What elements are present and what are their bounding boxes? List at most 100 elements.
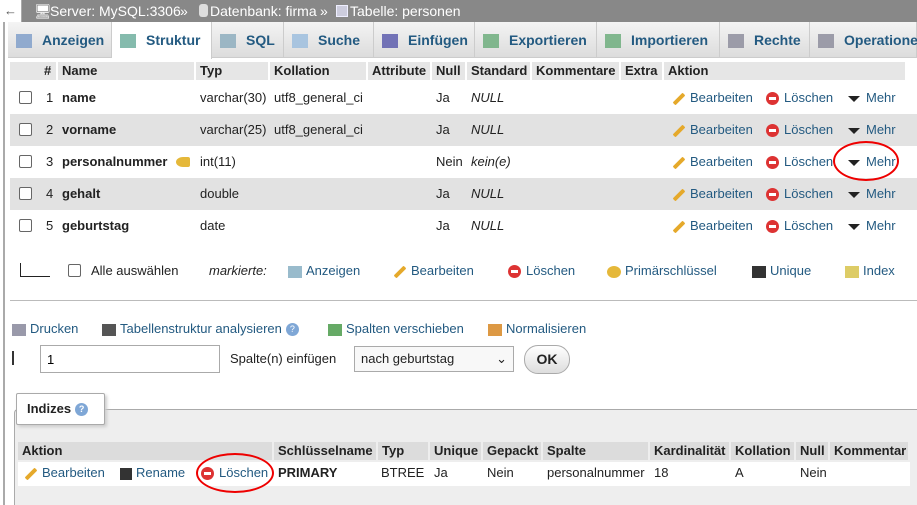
chevron-down-icon: ⌄ <box>496 351 507 366</box>
tab-einfügen[interactable]: Einfügen <box>374 22 475 58</box>
column-type: int(11) <box>200 154 236 169</box>
delete-button[interactable]: Löschen <box>766 210 833 242</box>
index-column: personalnummer <box>547 465 645 480</box>
highlight-circle <box>833 141 899 181</box>
breadcrumb-server[interactable]: Server: MySQL:3306 <box>50 0 181 22</box>
analyze-link[interactable]: Tabellenstruktur analysieren? <box>102 321 299 337</box>
column-name: vorname <box>62 122 117 137</box>
select-all-label[interactable]: Alle auswählen <box>91 263 178 278</box>
column-header: Extra <box>621 62 662 80</box>
column-header: Kommentare <box>532 62 619 80</box>
index-header: Typ <box>378 442 428 460</box>
column-name: geburtstag <box>62 218 130 233</box>
tab-sql[interactable]: SQL <box>212 22 284 58</box>
row-checkbox[interactable] <box>19 187 32 200</box>
column-header: # <box>40 62 56 80</box>
bulk-show-label: Anzeigen <box>306 263 361 278</box>
row-checkbox[interactable] <box>19 123 32 136</box>
delete-button[interactable]: Löschen <box>766 82 833 114</box>
edit-label: Bearbeiten <box>690 122 753 137</box>
search-icon <box>292 34 308 49</box>
ok-button[interactable]: OK <box>524 345 570 374</box>
sql-icon <box>220 34 236 49</box>
row-number: 4 <box>46 186 54 201</box>
column-default: NULL <box>471 186 505 201</box>
table-row: 2 vorname varchar(25) utf8_general_ci Ja NULL… <box>10 114 917 146</box>
column-header: Attribute <box>368 62 430 80</box>
normalize-link[interactable]: Normalisieren <box>488 321 586 336</box>
pencil-icon <box>672 92 686 105</box>
select-all-checkbox[interactable] <box>68 264 81 277</box>
tab-bar: Anzeigen Struktur SQL Suche Einfügen Exportie… <box>8 22 917 59</box>
arrow-up-icon <box>20 263 50 277</box>
delete-button[interactable]: Löschen <box>766 114 833 146</box>
delete-icon <box>766 124 779 138</box>
breadcrumb-database[interactable]: Datenbank: firma <box>210 0 317 22</box>
delete-icon <box>766 188 779 202</box>
column-header: Kollation <box>270 62 366 80</box>
help-icon[interactable]: ? <box>75 403 89 417</box>
index-rename-link[interactable]: Rename <box>120 462 185 484</box>
highlight-circle <box>196 453 274 493</box>
row-checkbox[interactable] <box>19 91 32 104</box>
row-number: 2 <box>46 122 54 137</box>
index-header: Kollation <box>731 442 794 460</box>
column-default: NULL <box>471 122 505 137</box>
print-link[interactable]: Drucken <box>12 321 78 336</box>
more-button[interactable]: Mehr <box>848 82 896 114</box>
column-null: Ja <box>436 122 450 137</box>
tab-importieren[interactable]: Importieren <box>597 22 720 58</box>
move-columns-link[interactable]: Spalten verschieben <box>328 321 464 336</box>
index-edit-link[interactable]: Bearbeiten <box>24 462 105 484</box>
bulk-unique-button[interactable]: Unique <box>752 263 811 278</box>
analyze-icon <box>102 323 116 336</box>
column-name: personalnummer <box>62 154 168 169</box>
tab-label: Anzeigen <box>42 32 105 48</box>
triangle-down-icon <box>848 127 860 134</box>
tab-exportieren[interactable]: Exportieren <box>475 22 597 58</box>
browse-icon <box>288 265 302 278</box>
more-button[interactable]: Mehr <box>848 210 896 242</box>
tab-struktur[interactable]: Struktur <box>112 22 212 59</box>
row-checkbox[interactable] <box>19 219 32 232</box>
breadcrumb: ← 🖥 Server: MySQL:3306 » Datenbank: firm… <box>0 0 917 22</box>
column-count-input[interactable] <box>40 345 220 373</box>
delete-button[interactable]: Löschen <box>766 146 833 178</box>
column-header: Null <box>432 62 465 80</box>
column-position-select[interactable]: nach geburtstag ⌄ <box>354 346 514 372</box>
breadcrumb-table[interactable]: Tabelle: personen <box>350 0 461 22</box>
table-row: 5 geburtstag date Ja NULL Bearbeiten Löschen Me… <box>10 210 917 242</box>
table-row: 4 gehalt double Ja NULL Bearbeiten Löschen Mehr <box>10 178 917 210</box>
bulk-edit-button[interactable]: Bearbeiten <box>393 263 474 278</box>
bulk-primary-button[interactable]: Primärschlüssel <box>607 263 717 278</box>
row-checkbox[interactable] <box>19 155 32 168</box>
column-default: NULL <box>471 90 505 105</box>
delete-icon <box>508 265 521 279</box>
tab-suche[interactable]: Suche <box>284 22 374 58</box>
tab-label: SQL <box>246 32 275 48</box>
tab-rechte[interactable]: Rechte <box>720 22 810 58</box>
tab-label: Importieren <box>631 32 709 48</box>
column-null: Ja <box>436 186 450 201</box>
edit-button[interactable]: Bearbeiten <box>672 178 753 210</box>
help-icon[interactable]: ? <box>285 323 299 337</box>
pencil-icon <box>672 156 686 169</box>
bulk-delete-button[interactable]: Löschen <box>508 263 575 279</box>
bulk-index-button[interactable]: Index <box>845 263 895 278</box>
row-number: 1 <box>46 90 54 105</box>
edit-button[interactable]: Bearbeiten <box>672 82 753 114</box>
edit-button[interactable]: Bearbeiten <box>672 114 753 146</box>
tab-anzeigen[interactable]: Anzeigen <box>8 22 112 58</box>
tab-operationen[interactable]: Operationen <box>810 22 917 58</box>
edit-button[interactable]: Bearbeiten <box>672 146 753 178</box>
column-collation: utf8_general_ci <box>274 122 363 137</box>
column-position-value: nach geburtstag <box>361 351 455 366</box>
more-button[interactable]: Mehr <box>848 178 896 210</box>
bulk-show-button[interactable]: Anzeigen <box>288 263 360 278</box>
table-row: 3 personalnummer int(11) Nein kein(e) Bearbei… <box>10 146 917 178</box>
back-arrow-icon[interactable]: ← <box>0 0 22 22</box>
column-name: name <box>62 90 96 105</box>
edit-button[interactable]: Bearbeiten <box>672 210 753 242</box>
delete-button[interactable]: Löschen <box>766 178 833 210</box>
column-header: Aktion <box>664 62 905 80</box>
